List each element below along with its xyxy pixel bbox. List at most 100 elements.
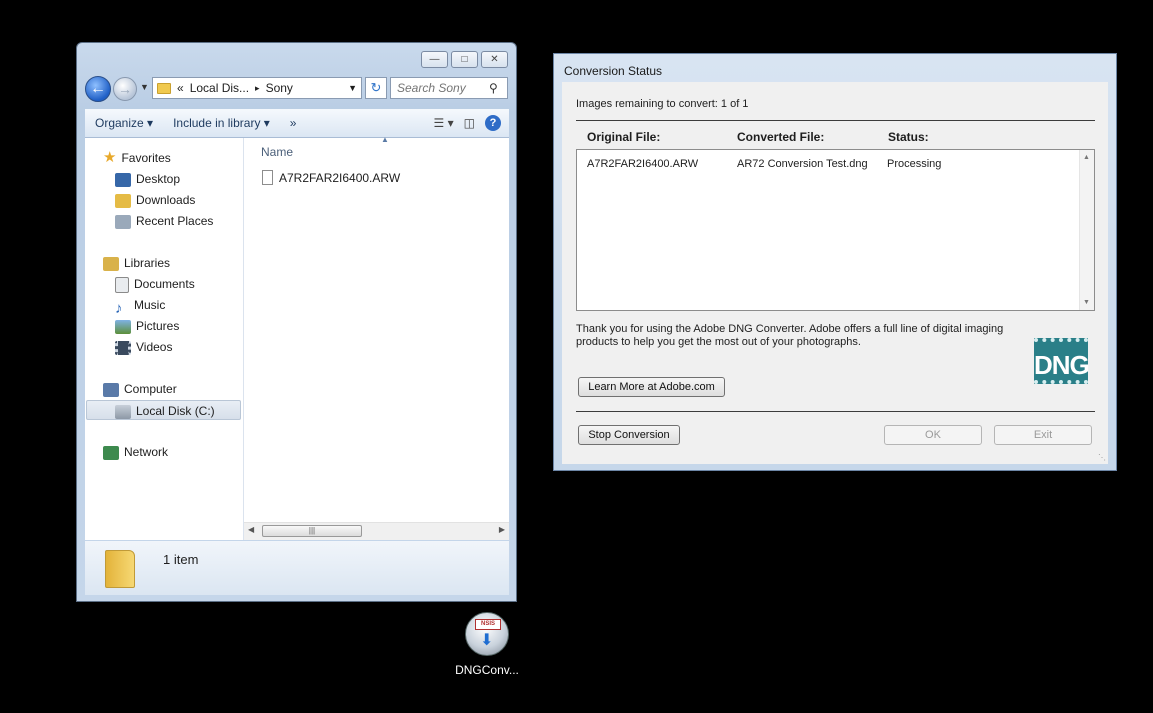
nav-label: Desktop bbox=[136, 172, 181, 186]
nav-network[interactable]: Network bbox=[103, 442, 168, 462]
nav-label: Computer bbox=[124, 382, 177, 396]
nav-libraries[interactable]: Libraries bbox=[103, 253, 170, 273]
nav-label: Local Disk (C:) bbox=[136, 404, 215, 418]
conversion-status-dialog: Conversion Status Images remaining to co… bbox=[553, 53, 1117, 471]
navigation-bar: ← → ▼ « Local Dis... ▸ Sony ▼ ↻ ⚲ bbox=[85, 76, 508, 102]
header-status: Status: bbox=[888, 130, 929, 144]
recent-places-icon bbox=[115, 214, 131, 229]
music-icon: ♪ bbox=[115, 299, 123, 317]
nav-label: Documents bbox=[134, 277, 195, 291]
installer-icon: NSIS ⬇ bbox=[465, 612, 509, 656]
nav-label: Network bbox=[124, 445, 169, 459]
breadcrumb-separator-icon[interactable]: ▸ bbox=[255, 83, 260, 94]
nav-downloads[interactable]: Downloads bbox=[115, 190, 195, 210]
header-converted-file: Converted File: bbox=[737, 130, 825, 144]
images-remaining: Images remaining to convert: 1 of 1 bbox=[576, 98, 749, 110]
refresh-button[interactable]: ↻ bbox=[365, 77, 387, 99]
nav-recent-places[interactable]: Recent Places bbox=[115, 211, 213, 231]
navigation-pane: ★ Favorites Desktop Downloads Recent Plac… bbox=[85, 138, 244, 540]
header-original-file: Original File: bbox=[587, 130, 661, 144]
sort-ascending-icon: ▲ bbox=[381, 135, 389, 144]
close-button[interactable]: ✕ bbox=[481, 51, 508, 68]
help-icon[interactable]: ? bbox=[485, 115, 501, 131]
scroll-left-icon[interactable]: ◀ bbox=[248, 525, 254, 534]
nav-videos[interactable]: Videos bbox=[115, 337, 172, 357]
horizontal-scrollbar[interactable]: ◀ ||| ▶ bbox=[244, 522, 509, 540]
libraries-icon bbox=[103, 256, 119, 271]
nav-local-disk[interactable]: Local Disk (C:) bbox=[86, 400, 241, 420]
pictures-icon bbox=[115, 319, 131, 334]
file-name: A7R2FAR2I6400.ARW bbox=[279, 170, 401, 185]
file-item[interactable]: A7R2FAR2I6400.ARW bbox=[262, 170, 400, 185]
nav-music[interactable]: ♪ Music bbox=[115, 295, 166, 317]
divider bbox=[576, 411, 1095, 412]
preview-pane-icon[interactable]: ◫ bbox=[464, 116, 475, 130]
downloads-icon bbox=[115, 193, 131, 208]
vertical-scrollbar[interactable]: ▲ ▼ bbox=[1079, 150, 1094, 310]
file-list: Name ▲ A7R2FAR2I6400.ARW ◀ ||| ▶ bbox=[244, 135, 509, 540]
dng-logo: DNG bbox=[1034, 338, 1090, 384]
shortcut-label: DNGConv... bbox=[455, 663, 519, 677]
row-status: Processing bbox=[887, 158, 942, 170]
drive-icon bbox=[115, 404, 131, 419]
nav-pictures[interactable]: Pictures bbox=[115, 316, 179, 336]
nav-label: Libraries bbox=[124, 256, 171, 270]
nav-label: Downloads bbox=[136, 193, 196, 207]
command-bar: Organize ▾ Include in library ▾ » ☰ ▾ ◫ … bbox=[85, 109, 509, 138]
star-icon: ★ bbox=[103, 149, 117, 166]
nav-favorites[interactable]: ★ Favorites bbox=[103, 148, 171, 168]
nav-computer[interactable]: Computer bbox=[103, 379, 177, 399]
learn-more-button[interactable]: Learn More at Adobe.com bbox=[578, 377, 725, 397]
network-icon bbox=[103, 445, 119, 460]
nav-label: Pictures bbox=[136, 319, 180, 333]
explorer-window: — □ ✕ ← → ▼ « Local Dis... ▸ Sony ▼ ↻ ⚲ … bbox=[76, 42, 517, 602]
stop-conversion-button[interactable]: Stop Conversion bbox=[578, 425, 680, 445]
resize-grip-icon[interactable]: ⋱ bbox=[1098, 453, 1106, 462]
exit-button[interactable]: Exit bbox=[994, 425, 1092, 445]
ok-button[interactable]: OK bbox=[884, 425, 982, 445]
breadcrumb-sony[interactable]: Sony bbox=[266, 81, 293, 95]
maximize-button[interactable]: □ bbox=[451, 51, 478, 68]
folder-icon bbox=[105, 550, 135, 588]
documents-icon bbox=[115, 276, 129, 293]
desktop-icon bbox=[115, 172, 131, 187]
divider bbox=[576, 120, 1095, 121]
nav-label: Videos bbox=[136, 340, 173, 354]
desktop-shortcut[interactable]: NSIS ⬇ DNGConv... bbox=[455, 612, 519, 677]
computer-icon bbox=[103, 382, 119, 397]
breadcrumb-overflow[interactable]: « bbox=[177, 81, 184, 95]
dialog-title: Conversion Status bbox=[564, 64, 663, 78]
folder-icon bbox=[157, 82, 171, 94]
nav-label: Music bbox=[134, 298, 166, 312]
more-commands-button[interactable]: » bbox=[280, 116, 307, 130]
scrollbar-thumb[interactable]: ||| bbox=[262, 525, 362, 537]
address-dropdown-icon[interactable]: ▼ bbox=[348, 83, 357, 93]
scroll-right-icon[interactable]: ▶ bbox=[499, 525, 505, 534]
breadcrumb-local-disk[interactable]: Local Dis... bbox=[190, 81, 249, 95]
organize-button[interactable]: Organize ▾ bbox=[85, 116, 163, 130]
videos-icon bbox=[115, 340, 131, 355]
nav-label: Recent Places bbox=[136, 214, 214, 228]
scroll-down-icon[interactable]: ▼ bbox=[1083, 299, 1090, 306]
conversion-list[interactable]: A7R2FAR2I6400.ARW AR72 Conversion Test.d… bbox=[576, 149, 1095, 311]
search-icon[interactable]: ⚲ bbox=[489, 81, 498, 95]
column-header-name[interactable]: Name bbox=[261, 145, 293, 159]
change-view-icon[interactable]: ☰ ▾ bbox=[434, 116, 454, 130]
address-bar[interactable]: « Local Dis... ▸ Sony ▼ bbox=[152, 77, 362, 99]
download-arrow-icon: ⬇ bbox=[480, 632, 494, 649]
row-original-file: A7R2FAR2I6400.ARW bbox=[587, 158, 699, 170]
scroll-up-icon[interactable]: ▲ bbox=[1083, 154, 1090, 161]
minimize-button[interactable]: — bbox=[421, 51, 448, 68]
include-in-library-button[interactable]: Include in library ▾ bbox=[163, 116, 280, 130]
window-caption-buttons: — □ ✕ bbox=[421, 51, 508, 68]
installer-badge: NSIS bbox=[475, 619, 501, 630]
forward-button[interactable]: → bbox=[113, 77, 137, 101]
item-count: 1 item bbox=[163, 552, 199, 567]
nav-documents[interactable]: Documents bbox=[115, 274, 195, 294]
nav-desktop[interactable]: Desktop bbox=[115, 169, 180, 189]
row-converted-file: AR72 Conversion Test.dng bbox=[737, 158, 868, 170]
recent-pages-dropdown-icon[interactable]: ▼ bbox=[140, 82, 149, 92]
back-button[interactable]: ← bbox=[85, 76, 111, 102]
details-pane: 1 item bbox=[85, 541, 509, 595]
adobe-message: Thank you for using the Adobe DNG Conver… bbox=[576, 323, 1004, 348]
